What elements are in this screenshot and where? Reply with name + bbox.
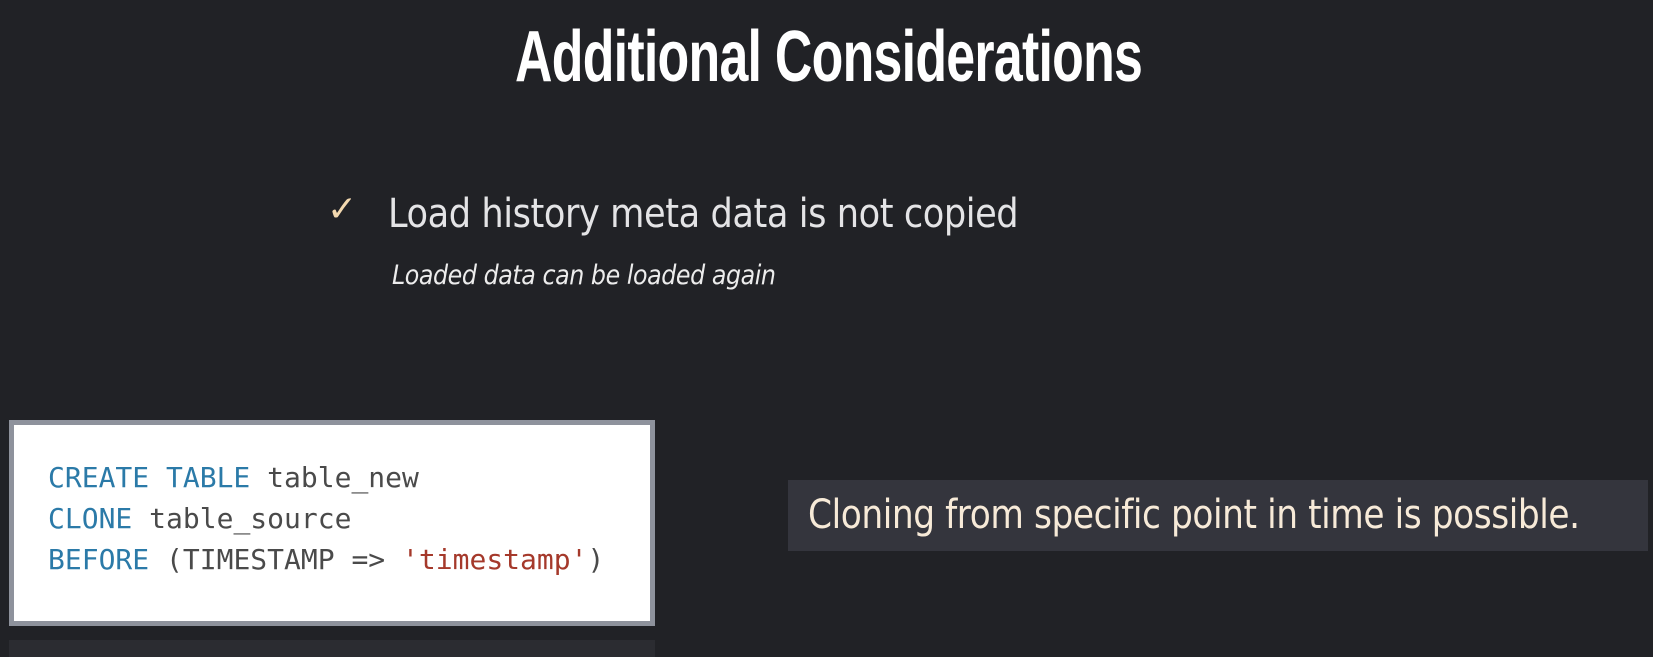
code-table-source: table_source (132, 502, 352, 535)
code-close-paren: ) (587, 543, 605, 576)
code-keyword-clone: CLONE (48, 502, 133, 535)
code-timestamp-string: 'timestamp' (402, 543, 588, 576)
code-box-shadow (9, 640, 655, 657)
code-keyword-create-table: CREATE TABLE (48, 461, 251, 494)
checkmark-icon: ✓ (327, 189, 358, 230)
code-block: CREATE TABLE table_new CLONE table_sourc… (9, 420, 655, 626)
code-table-new: table_new (250, 461, 419, 494)
bullet-text: Load history meta data is not copied (388, 191, 1019, 237)
code-timestamp-arrow: (TIMESTAMP => (149, 543, 403, 576)
callout-text: Cloning from specific point in time is p… (808, 492, 1580, 538)
bullet-subtext: Loaded data can be loaded again (392, 260, 776, 291)
code-text: CREATE TABLE table_new CLONE table_sourc… (48, 457, 604, 580)
callout-box: Cloning from specific point in time is p… (788, 480, 1648, 551)
slide-title: Additional Considerations (515, 17, 1143, 97)
code-keyword-before: BEFORE (48, 543, 150, 576)
